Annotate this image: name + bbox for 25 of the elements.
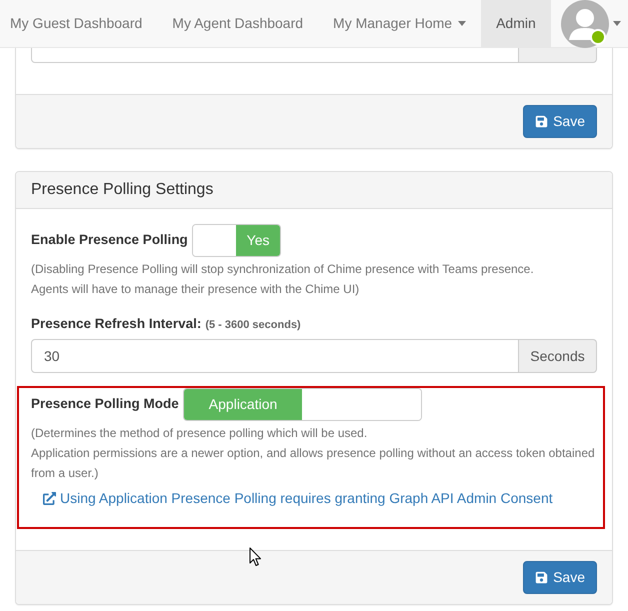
field-label: Enable Presence Polling xyxy=(31,231,188,250)
field-label: Presence Refresh Interval: xyxy=(31,315,202,333)
nav-link[interactable]: Admin xyxy=(481,0,551,47)
text-input[interactable]: 30 xyxy=(31,339,519,373)
save-button[interactable]: Save xyxy=(523,105,597,138)
toggle-switch[interactable]: Application xyxy=(182,388,422,421)
help-text: Agents will have to manage their presence with the Chime UI) xyxy=(31,281,360,298)
external-link[interactable]: Using Application Presence Polling requires granting Graph API Admin Consent xyxy=(43,488,553,508)
help-text: Application permissions are a newer option, and allows presence polling without an access token obtained from a user.) xyxy=(31,445,596,482)
save-icon xyxy=(535,115,548,128)
caret-icon xyxy=(612,21,621,26)
nav-link[interactable]: My Agent Dashboard xyxy=(157,0,318,47)
help-text: (Disabling Presence Polling will stop synchronization of Chime presence with Teams presence. xyxy=(31,261,535,278)
range-hint: (5 - 3600 seconds) xyxy=(205,318,301,333)
input-addon: Seconds xyxy=(519,339,597,373)
toggle-switch[interactable]: Yes xyxy=(192,224,281,257)
save-icon xyxy=(535,570,548,584)
help-text: (Determines the method of presence polling which will be used. xyxy=(31,425,368,442)
panel-heading: Presence Polling Settings xyxy=(16,172,612,209)
field-label: Presence Polling Mode xyxy=(31,395,179,414)
nav-link[interactable]: My Guest Dashboard xyxy=(0,0,158,47)
save-button[interactable]: Save xyxy=(523,560,597,594)
nav-link[interactable]: My Manager Home xyxy=(318,0,482,47)
text-input[interactable] xyxy=(31,48,519,63)
external-link-icon xyxy=(43,492,56,504)
